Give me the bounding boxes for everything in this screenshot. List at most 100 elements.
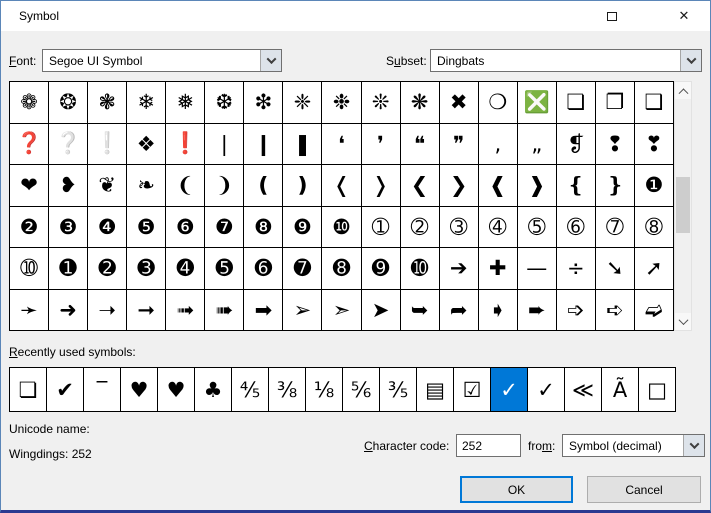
symbol-cell[interactable]: ❵ bbox=[595, 165, 635, 207]
symbol-cell[interactable]: ➜ bbox=[49, 289, 89, 331]
ok-button[interactable]: OK bbox=[460, 476, 573, 503]
symbol-cell[interactable]: □ bbox=[639, 368, 676, 412]
symbol-cell[interactable]: ✔ bbox=[47, 368, 84, 412]
character-code-input[interactable] bbox=[456, 434, 521, 457]
scroll-up-button[interactable] bbox=[675, 82, 691, 99]
close-button[interactable]: ✕ bbox=[661, 1, 707, 31]
symbol-cell[interactable]: ❆ bbox=[205, 82, 245, 124]
symbol-cell[interactable]: — bbox=[517, 248, 557, 290]
symbol-cell[interactable]: ➀ bbox=[361, 206, 401, 248]
symbol-cell[interactable]: ❣ bbox=[634, 123, 674, 165]
symbol-cell[interactable]: ✓ bbox=[528, 368, 565, 412]
symbol-cell[interactable]: ❺ bbox=[127, 206, 167, 248]
symbol-cell[interactable]: ❖ bbox=[127, 123, 167, 165]
symbol-cell[interactable]: ➉ bbox=[10, 248, 50, 290]
symbol-cell[interactable]: ❱ bbox=[517, 165, 557, 207]
symbol-cell[interactable]: ❊ bbox=[361, 82, 401, 124]
symbol-cell[interactable]: ❩ bbox=[205, 165, 245, 207]
symbol-cell[interactable]: ❫ bbox=[283, 165, 323, 207]
symbol-cell[interactable]: ≪ bbox=[565, 368, 602, 412]
symbol-cell[interactable]: ➛ bbox=[10, 289, 50, 331]
symbol-cell[interactable]: ❁ bbox=[10, 82, 50, 124]
symbol-cell[interactable]: ❾ bbox=[283, 206, 323, 248]
symbol-cell[interactable]: ❙ bbox=[244, 123, 284, 165]
symbol-cell[interactable]: ➪ bbox=[595, 289, 635, 331]
symbol-cell[interactable]: ⅛ bbox=[306, 368, 343, 412]
maximize-button[interactable] bbox=[589, 1, 635, 31]
symbol-cell[interactable]: ➍ bbox=[166, 248, 206, 290]
symbol-cell[interactable]: ❅ bbox=[166, 82, 206, 124]
symbol-cell[interactable]: ❭ bbox=[361, 165, 401, 207]
symbol-cell[interactable]: ❓ bbox=[10, 123, 50, 165]
symbol-cell[interactable]: ÷ bbox=[556, 248, 596, 290]
symbol-cell[interactable]: ❢ bbox=[595, 123, 635, 165]
symbol-cell[interactable]: ❗ bbox=[166, 123, 206, 165]
symbol-cell[interactable]: ➥ bbox=[400, 289, 440, 331]
symbol-cell[interactable]: ❎ bbox=[517, 82, 557, 124]
symbol-cell[interactable]: ➐ bbox=[283, 248, 323, 290]
symbol-cell[interactable]: ⅘ bbox=[232, 368, 269, 412]
scrollbar-track[interactable] bbox=[675, 99, 691, 313]
symbol-cell[interactable]: ➩ bbox=[556, 289, 596, 331]
symbol-cell[interactable]: ❮ bbox=[400, 165, 440, 207]
scrollbar-thumb[interactable] bbox=[676, 177, 690, 233]
symbol-cell[interactable]: ❂ bbox=[49, 82, 89, 124]
symbol-cell[interactable]: ➨ bbox=[517, 289, 557, 331]
symbol-cell[interactable]: ➏ bbox=[244, 248, 284, 290]
symbol-cell[interactable]: ❨ bbox=[166, 165, 206, 207]
symbol-cell[interactable]: ❿ bbox=[322, 206, 362, 248]
symbol-cell[interactable]: ➒ bbox=[361, 248, 401, 290]
symbol-cell[interactable]: ➇ bbox=[634, 206, 674, 248]
symbol-cell[interactable]: ‾ bbox=[84, 368, 121, 412]
symbol-cell[interactable]: ✚ bbox=[478, 248, 518, 290]
symbol-cell[interactable]: ❋ bbox=[400, 82, 440, 124]
symbol-cell[interactable]: ♥ bbox=[158, 368, 195, 412]
symbol-cell[interactable]: ⅗ bbox=[380, 368, 417, 412]
symbol-cell[interactable]: ❰ bbox=[478, 165, 518, 207]
symbol-cell[interactable]: ➤ bbox=[361, 289, 401, 331]
font-combo-dropdown-button[interactable] bbox=[260, 50, 281, 71]
symbol-cell[interactable]: ➟ bbox=[166, 289, 206, 331]
symbol-cell[interactable]: ❝ bbox=[400, 123, 440, 165]
symbol-cell[interactable]: ➊ bbox=[49, 248, 89, 290]
symbol-cell[interactable]: ➎ bbox=[205, 248, 245, 290]
symbol-cell[interactable]: ➔ bbox=[439, 248, 479, 290]
symbol-cell[interactable]: ❍ bbox=[478, 82, 518, 124]
symbol-cell[interactable]: ❑ bbox=[634, 82, 674, 124]
grid-scrollbar[interactable] bbox=[674, 81, 692, 331]
symbol-cell[interactable]: ❄ bbox=[127, 82, 167, 124]
symbol-cell[interactable]: ❹ bbox=[88, 206, 128, 248]
symbol-cell[interactable]: ❦ bbox=[88, 165, 128, 207]
scroll-down-button[interactable] bbox=[675, 313, 691, 330]
symbol-cell[interactable]: ❽ bbox=[244, 206, 284, 248]
symbol-cell-selected[interactable]: ✓ bbox=[491, 368, 528, 412]
symbol-cell[interactable]: ❘ bbox=[205, 123, 245, 165]
symbol-cell[interactable]: ❐ bbox=[595, 82, 635, 124]
symbol-cell[interactable]: ➂ bbox=[439, 206, 479, 248]
symbol-cell[interactable]: ❕ bbox=[88, 123, 128, 165]
symbol-cell[interactable]: ➁ bbox=[400, 206, 440, 248]
symbol-cell[interactable]: ❬ bbox=[322, 165, 362, 207]
symbol-cell[interactable]: ➚ bbox=[634, 248, 674, 290]
symbol-cell[interactable]: ➦ bbox=[439, 289, 479, 331]
symbol-cell[interactable]: ❪ bbox=[244, 165, 284, 207]
symbol-cell[interactable]: ❴ bbox=[556, 165, 596, 207]
symbol-cell[interactable]: ❜ bbox=[361, 123, 401, 165]
symbol-cell[interactable]: ⅚ bbox=[343, 368, 380, 412]
symbol-cell[interactable]: ➝ bbox=[88, 289, 128, 331]
symbol-cell[interactable]: ➢ bbox=[283, 289, 323, 331]
from-combo[interactable]: Symbol (decimal) bbox=[562, 434, 705, 457]
symbol-cell[interactable]: ❻ bbox=[166, 206, 206, 248]
symbol-cell[interactable]: ➌ bbox=[127, 248, 167, 290]
symbol-cell[interactable]: ▤ bbox=[417, 368, 454, 412]
symbol-cell[interactable]: ❏ bbox=[10, 368, 47, 412]
symbol-cell[interactable]: ❡ bbox=[556, 123, 596, 165]
symbol-cell[interactable]: ➃ bbox=[478, 206, 518, 248]
symbol-cell[interactable]: ➑ bbox=[322, 248, 362, 290]
symbol-cell[interactable]: ➧ bbox=[478, 289, 518, 331]
symbol-cell[interactable]: ❃ bbox=[88, 82, 128, 124]
symbol-cell[interactable]: ➡ bbox=[244, 289, 284, 331]
font-combo[interactable]: Segoe UI Symbol bbox=[42, 49, 282, 72]
symbol-cell[interactable]: ➫ bbox=[634, 289, 674, 331]
symbol-cell[interactable]: ❚ bbox=[283, 123, 323, 165]
